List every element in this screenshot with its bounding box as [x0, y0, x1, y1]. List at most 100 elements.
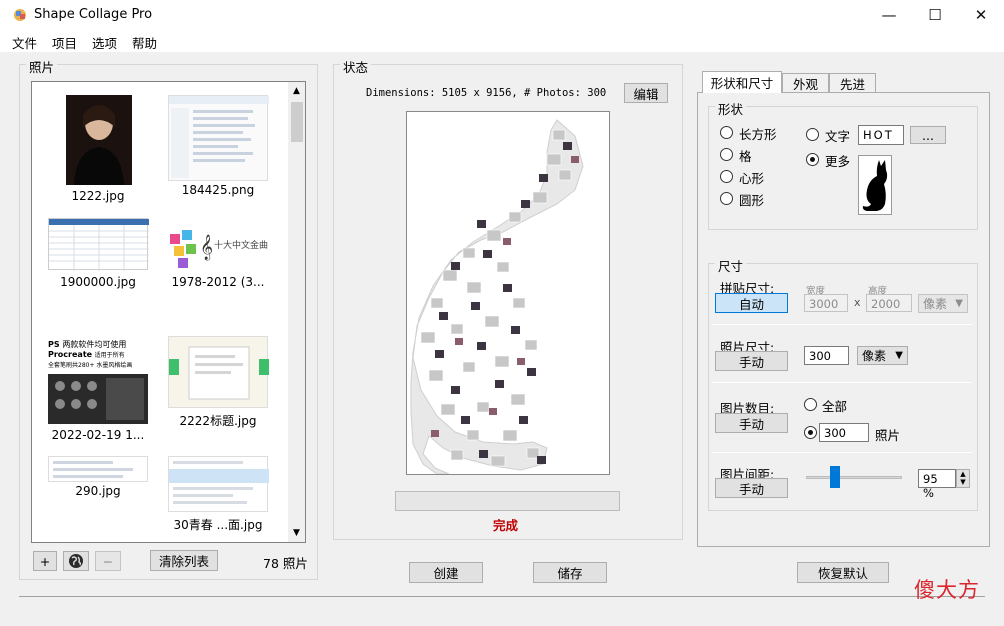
photo-unit-select[interactable]: 像素 ▼	[857, 346, 908, 365]
photo-list[interactable]: 1222.jpg 184425.png 1900000.jpg 𝄞 十大中文金曲…	[31, 81, 306, 543]
close-button[interactable]: ✕	[958, 0, 1004, 30]
remove-photo-button[interactable]: −	[95, 551, 121, 571]
photo-caption: 1978-2012 (3...	[171, 275, 265, 289]
photo-caption: 1900000.jpg	[60, 275, 136, 289]
photo-size-mode-button[interactable]: 手动	[715, 351, 788, 371]
maximize-button[interactable]: ☐	[912, 0, 958, 30]
spacing-input[interactable]: 95 %	[918, 469, 956, 500]
create-button[interactable]: 创建	[409, 562, 483, 583]
separator	[712, 382, 972, 383]
label-rectangle: 长方形	[739, 127, 777, 142]
thumbnail-1978-2012[interactable]: 𝄞 十大中文金曲	[168, 216, 268, 274]
tab-advanced[interactable]: 先进	[829, 73, 876, 93]
radio-rectangle[interactable]	[720, 126, 733, 139]
menu-bar: 文件 项目 选项 帮助	[0, 30, 1004, 52]
collage-preview[interactable]	[406, 111, 610, 475]
photo-count: 78 照片	[263, 553, 308, 572]
photo-list-scrollbar[interactable]: ▲ ▼	[288, 82, 305, 542]
thumbnail-2222[interactable]	[168, 336, 269, 408]
label-circle: 圆形	[739, 193, 765, 208]
photo-caption: 1222.jpg	[71, 189, 125, 203]
thumbnail-290[interactable]	[48, 456, 148, 482]
thumbnail-184425[interactable]	[168, 95, 269, 181]
status-strip	[19, 596, 985, 597]
photo-caption: 30青春 ...面.jpg	[173, 518, 263, 532]
label-heart: 心形	[739, 171, 765, 186]
spacing-spinner[interactable]: ▲ ▼	[956, 469, 970, 488]
spacing-slider-track[interactable]	[806, 476, 902, 479]
photo-count-unit: 照片	[282, 556, 308, 571]
title-bar: Shape Collage Pro — ☐ ✕	[0, 0, 1004, 30]
ps-line1: PS	[48, 340, 60, 349]
dimensions-text: Dimensions: 5105 x 9156, # Photos: 300	[366, 87, 607, 99]
spacing-slider-thumb[interactable]	[830, 466, 841, 488]
width-input[interactable]: 3000	[804, 294, 848, 312]
photo-count-mode-button[interactable]: 手动	[715, 413, 788, 433]
tab-appearance[interactable]: 外观	[782, 73, 829, 93]
radio-text[interactable]	[806, 128, 819, 141]
menu-project[interactable]: 项目	[52, 33, 77, 52]
add-photo-button[interactable]: +	[33, 551, 57, 571]
clear-list-button[interactable]: 清除列表	[150, 550, 218, 571]
shape-text-input[interactable]: HOT	[858, 125, 904, 145]
separator	[712, 324, 972, 325]
custom-shape-preview[interactable]	[858, 155, 892, 215]
scroll-thumb[interactable]	[291, 102, 303, 142]
scroll-down-icon[interactable]: ▼	[293, 528, 300, 538]
photo-count-value: 78	[263, 556, 279, 571]
shape-browse-button[interactable]: ...	[910, 126, 946, 144]
app-logo-icon	[14, 9, 26, 21]
cat-silhouette-icon	[862, 160, 888, 211]
spacing-mode-button[interactable]: 手动	[715, 478, 788, 498]
radio-heart[interactable]	[720, 170, 733, 183]
minimize-button[interactable]: —	[866, 0, 912, 30]
cat-collage-image	[410, 119, 584, 475]
radio-circle[interactable]	[720, 192, 733, 205]
label-more: 更多	[825, 154, 851, 169]
times-symbol: x	[854, 296, 861, 309]
window-title: Shape Collage Pro	[34, 7, 153, 22]
menu-file[interactable]: 文件	[12, 33, 37, 52]
collage-unit-value: 像素	[923, 297, 948, 311]
chevron-down-icon: ▼	[955, 298, 963, 309]
radio-more[interactable]	[806, 153, 819, 166]
spin-up-icon[interactable]: ▲	[957, 470, 969, 478]
photo-unit-value: 像素	[862, 349, 887, 363]
radio-count-custom[interactable]	[804, 426, 817, 439]
thumbnail-1222[interactable]	[66, 95, 132, 185]
thumbnail-1900000[interactable]	[48, 218, 149, 271]
photo-caption: 290.jpg	[75, 484, 121, 498]
tab-shape-size[interactable]: 形状和尺寸	[702, 71, 782, 93]
status-group-label: 状态	[340, 57, 372, 76]
count-all-label: 全部	[822, 399, 848, 414]
scroll-up-icon[interactable]: ▲	[293, 86, 300, 96]
separator	[712, 452, 972, 453]
menu-options[interactable]: 选项	[92, 33, 117, 52]
photo-caption: 184425.png	[181, 183, 255, 197]
photo-size-input[interactable]: 300	[804, 346, 849, 365]
add-web-photo-button[interactable]	[63, 551, 89, 571]
collage-size-mode-button[interactable]: 自动	[715, 293, 788, 313]
radio-count-all[interactable]	[804, 398, 817, 411]
ps-line2: Procreate	[48, 350, 93, 359]
ps-line1b: 两款软件均可使用	[62, 340, 127, 349]
menu-help[interactable]: 帮助	[132, 33, 157, 52]
photo-caption: 2022-02-19 1...	[51, 428, 145, 442]
label-grid: 格	[739, 149, 752, 164]
photo-caption: 2222标题.jpg	[179, 414, 257, 428]
thumbnail-30[interactable]	[168, 456, 269, 512]
watermark: 傻大方	[914, 574, 980, 604]
collage-unit-select[interactable]: 像素 ▼	[918, 294, 968, 313]
photo-count-input[interactable]: 300	[819, 423, 869, 442]
height-input[interactable]: 2000	[866, 294, 912, 312]
edit-button[interactable]: 编辑	[624, 83, 668, 103]
ps-line2b: 适用于所有	[94, 352, 125, 359]
size-group-label: 尺寸	[715, 256, 747, 275]
reset-defaults-button[interactable]: 恢复默认	[797, 562, 889, 583]
save-button[interactable]: 储存	[533, 562, 607, 583]
thumbnail-2022-02-19[interactable]: PS 两款软件均可使用 Procreate 适用于所有 全套笔刷共280+ 水墨…	[48, 340, 148, 424]
radio-grid[interactable]	[720, 148, 733, 161]
label-text: 文字	[825, 129, 851, 144]
banner-title: 十大中文金曲	[214, 241, 269, 251]
spin-down-icon[interactable]: ▼	[957, 478, 969, 486]
